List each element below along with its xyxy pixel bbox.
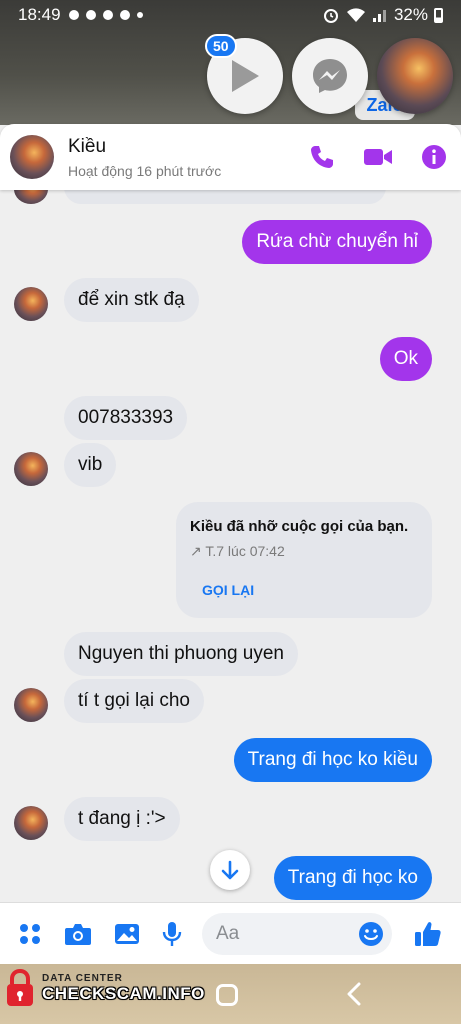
watermark-subtitle: DATA CENTER [42, 972, 123, 984]
back-icon[interactable] [346, 982, 362, 1006]
missed-call-title: Kiều đã nhỡ cuộc gọi của bạn. [190, 518, 409, 535]
message-input[interactable]: Aa [202, 912, 392, 955]
mic-icon[interactable] [162, 921, 182, 947]
video-icon[interactable] [363, 146, 393, 168]
composer-actions [18, 921, 182, 947]
received-message[interactable]: 007833393 [64, 396, 188, 440]
received-message[interactable]: để xin stk đạ [64, 278, 199, 322]
home-button[interactable] [216, 984, 238, 1006]
missed-call-time: ↗ T.7 lúc 07:42 [190, 543, 285, 559]
phone-icon[interactable] [309, 144, 335, 170]
battery-percent: 32% [393, 5, 428, 24]
watermark-title: CHECKSCAM.INFO [42, 983, 205, 1003]
call-back-button[interactable]: GỌI LẠI [202, 582, 418, 598]
watermark-text: DATA CENTER CHECKSCAM.INFO [42, 973, 205, 1004]
emoji-icon[interactable] [358, 921, 384, 947]
more-notifications-icon [136, 12, 143, 18]
received-message[interactable]: Nguyen thi phuong uyen [64, 632, 298, 676]
contact-status: Hoạt động 16 phút trước [68, 162, 222, 179]
like-icon[interactable] [414, 920, 442, 948]
notification-icon [119, 10, 130, 20]
alarm-icon [323, 9, 338, 23]
wifi-icon [346, 8, 365, 22]
chat-heads: Zalo 50 [205, 34, 461, 120]
sent-message[interactable]: Rứa chừ chuyển hỉ [242, 220, 432, 264]
notification-icon [85, 10, 96, 20]
arrow-down-icon [221, 860, 239, 880]
system-navigation-bar: DATA CENTER CHECKSCAM.INFO [0, 964, 461, 1024]
watermark: DATA CENTER CHECKSCAM.INFO [4, 968, 205, 1008]
status-time: 18:49 [18, 5, 61, 24]
received-message[interactable]: tí t gọi lại cho [64, 679, 204, 723]
contact-name: Kiều [68, 135, 107, 157]
message-avatar [14, 287, 48, 321]
system-icons: 32% [322, 5, 443, 25]
play-icon [232, 60, 259, 92]
lock-icon [7, 968, 33, 1006]
message-composer: Aa [0, 902, 461, 964]
status-bar: 18:49 32% [0, 0, 461, 30]
sent-message[interactable]: Ok [379, 337, 432, 381]
message-avatar [14, 190, 48, 204]
chat-header: Kiều Hoạt động 16 phút trước [0, 124, 461, 190]
unread-badge: 50 [205, 34, 237, 58]
received-message[interactable]: t đang ị :'> [64, 797, 180, 841]
contact-avatar[interactable] [10, 135, 54, 179]
image-icon[interactable] [114, 922, 140, 946]
partial-message [64, 190, 386, 204]
messenger-chat-head[interactable] [292, 38, 368, 114]
notification-icon [102, 10, 113, 20]
sent-message[interactable]: Trang đi học ko kiều [233, 738, 432, 782]
notification-icon [68, 10, 79, 20]
message-avatar [14, 806, 48, 840]
header-actions [309, 144, 447, 170]
apps-icon[interactable] [18, 922, 42, 946]
battery-icon [434, 7, 443, 23]
contact-info[interactable]: Kiều Hoạt động 16 phút trước [68, 136, 221, 179]
missed-call-card: Kiều đã nhỡ cuộc gọi của bạn. ↗ T.7 lúc … [176, 502, 432, 618]
camera-icon[interactable] [64, 922, 92, 946]
received-message[interactable]: vib [64, 443, 117, 487]
message-avatar [14, 452, 48, 486]
scroll-to-bottom-button[interactable] [210, 850, 250, 890]
notification-icons [68, 10, 143, 20]
message-list[interactable]: Rứa chừ chuyển hỉ để xin stk đạ Ok 00783… [0, 190, 461, 902]
sent-message[interactable]: Trang đi học ko [273, 856, 432, 900]
messenger-icon [313, 59, 347, 93]
signal-icon [372, 10, 386, 22]
message-input-placeholder: Aa [216, 922, 240, 944]
contact-chat-head[interactable] [377, 38, 453, 114]
info-icon[interactable] [421, 144, 447, 170]
message-avatar [14, 688, 48, 722]
